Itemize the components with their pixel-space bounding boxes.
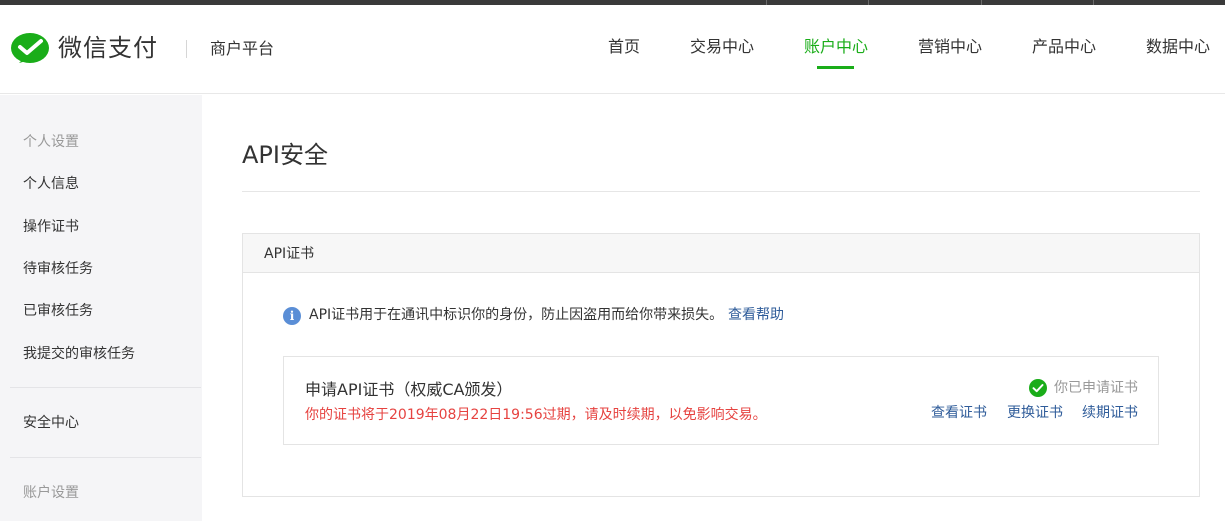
sidebar-group-account: 账户设置: [23, 485, 79, 501]
sidebar-item-security[interactable]: 安全中心: [23, 413, 79, 433]
help-link[interactable]: 查看帮助: [728, 305, 784, 325]
check-circle-icon: [1029, 379, 1047, 397]
platform-name: 商户平台: [210, 39, 275, 58]
sidebar: 个人设置 个人信息 操作证书 待审核任务 已审核任务 我提交的审核任务 安全中心…: [0, 95, 202, 521]
replace-cert-button[interactable]: 更换证书: [1007, 403, 1063, 423]
page-title: API安全: [242, 141, 328, 169]
nav-products[interactable]: 产品中心: [1032, 36, 1096, 58]
sidebar-item-operation-cert[interactable]: 操作证书: [23, 217, 79, 237]
nav-data[interactable]: 数据中心: [1146, 36, 1210, 58]
site-header: 微信支付 商户平台 首页 交易中心 账户中心 营销中心 产品中心 数据中心: [0, 5, 1225, 94]
brand-name[interactable]: 微信支付: [58, 32, 158, 64]
view-cert-button[interactable]: 查看证书: [931, 403, 987, 423]
cert-status: 你已申请证书: [1054, 380, 1138, 396]
brand-divider: [186, 40, 187, 58]
sidebar-divider: [10, 387, 201, 388]
cert-card: 申请API证书（权威CA颁发） 你的证书将于2019年08月22日19:56过期…: [283, 356, 1159, 445]
api-cert-panel: API证书 i API证书用于在通讯中标识你的身份，防止因盗用而给你带来损失。 …: [242, 233, 1200, 497]
cert-expiry-warning: 你的证书将于2019年08月22日19:56过期，请及时续期，以免影响交易。: [305, 407, 767, 423]
cert-title: 申请API证书（权威CA颁发）: [305, 380, 513, 399]
panel-heading: API证书: [264, 246, 315, 262]
sidebar-group-personal: 个人设置: [23, 134, 79, 150]
nav-account[interactable]: 账户中心: [804, 36, 868, 58]
wechat-pay-logo-icon[interactable]: [10, 30, 50, 70]
renew-cert-button[interactable]: 续期证书: [1082, 403, 1138, 423]
nav-transactions[interactable]: 交易中心: [690, 36, 754, 58]
sidebar-item-reviewed-tasks[interactable]: 已审核任务: [23, 301, 93, 321]
info-icon: i: [283, 307, 301, 325]
nav-active-indicator: [817, 66, 854, 69]
sidebar-item-personal-info[interactable]: 个人信息: [23, 174, 79, 194]
nav-home[interactable]: 首页: [608, 36, 640, 58]
info-text: API证书用于在通讯中标识你的身份，防止因盗用而给你带来损失。: [309, 307, 724, 323]
nav-marketing[interactable]: 营销中心: [918, 36, 982, 58]
sidebar-item-submitted-tasks[interactable]: 我提交的审核任务: [23, 344, 135, 364]
sidebar-divider: [10, 457, 201, 458]
title-divider: [242, 191, 1200, 192]
panel-header: API证书: [243, 234, 1199, 273]
sidebar-item-pending-tasks[interactable]: 待审核任务: [23, 259, 93, 279]
